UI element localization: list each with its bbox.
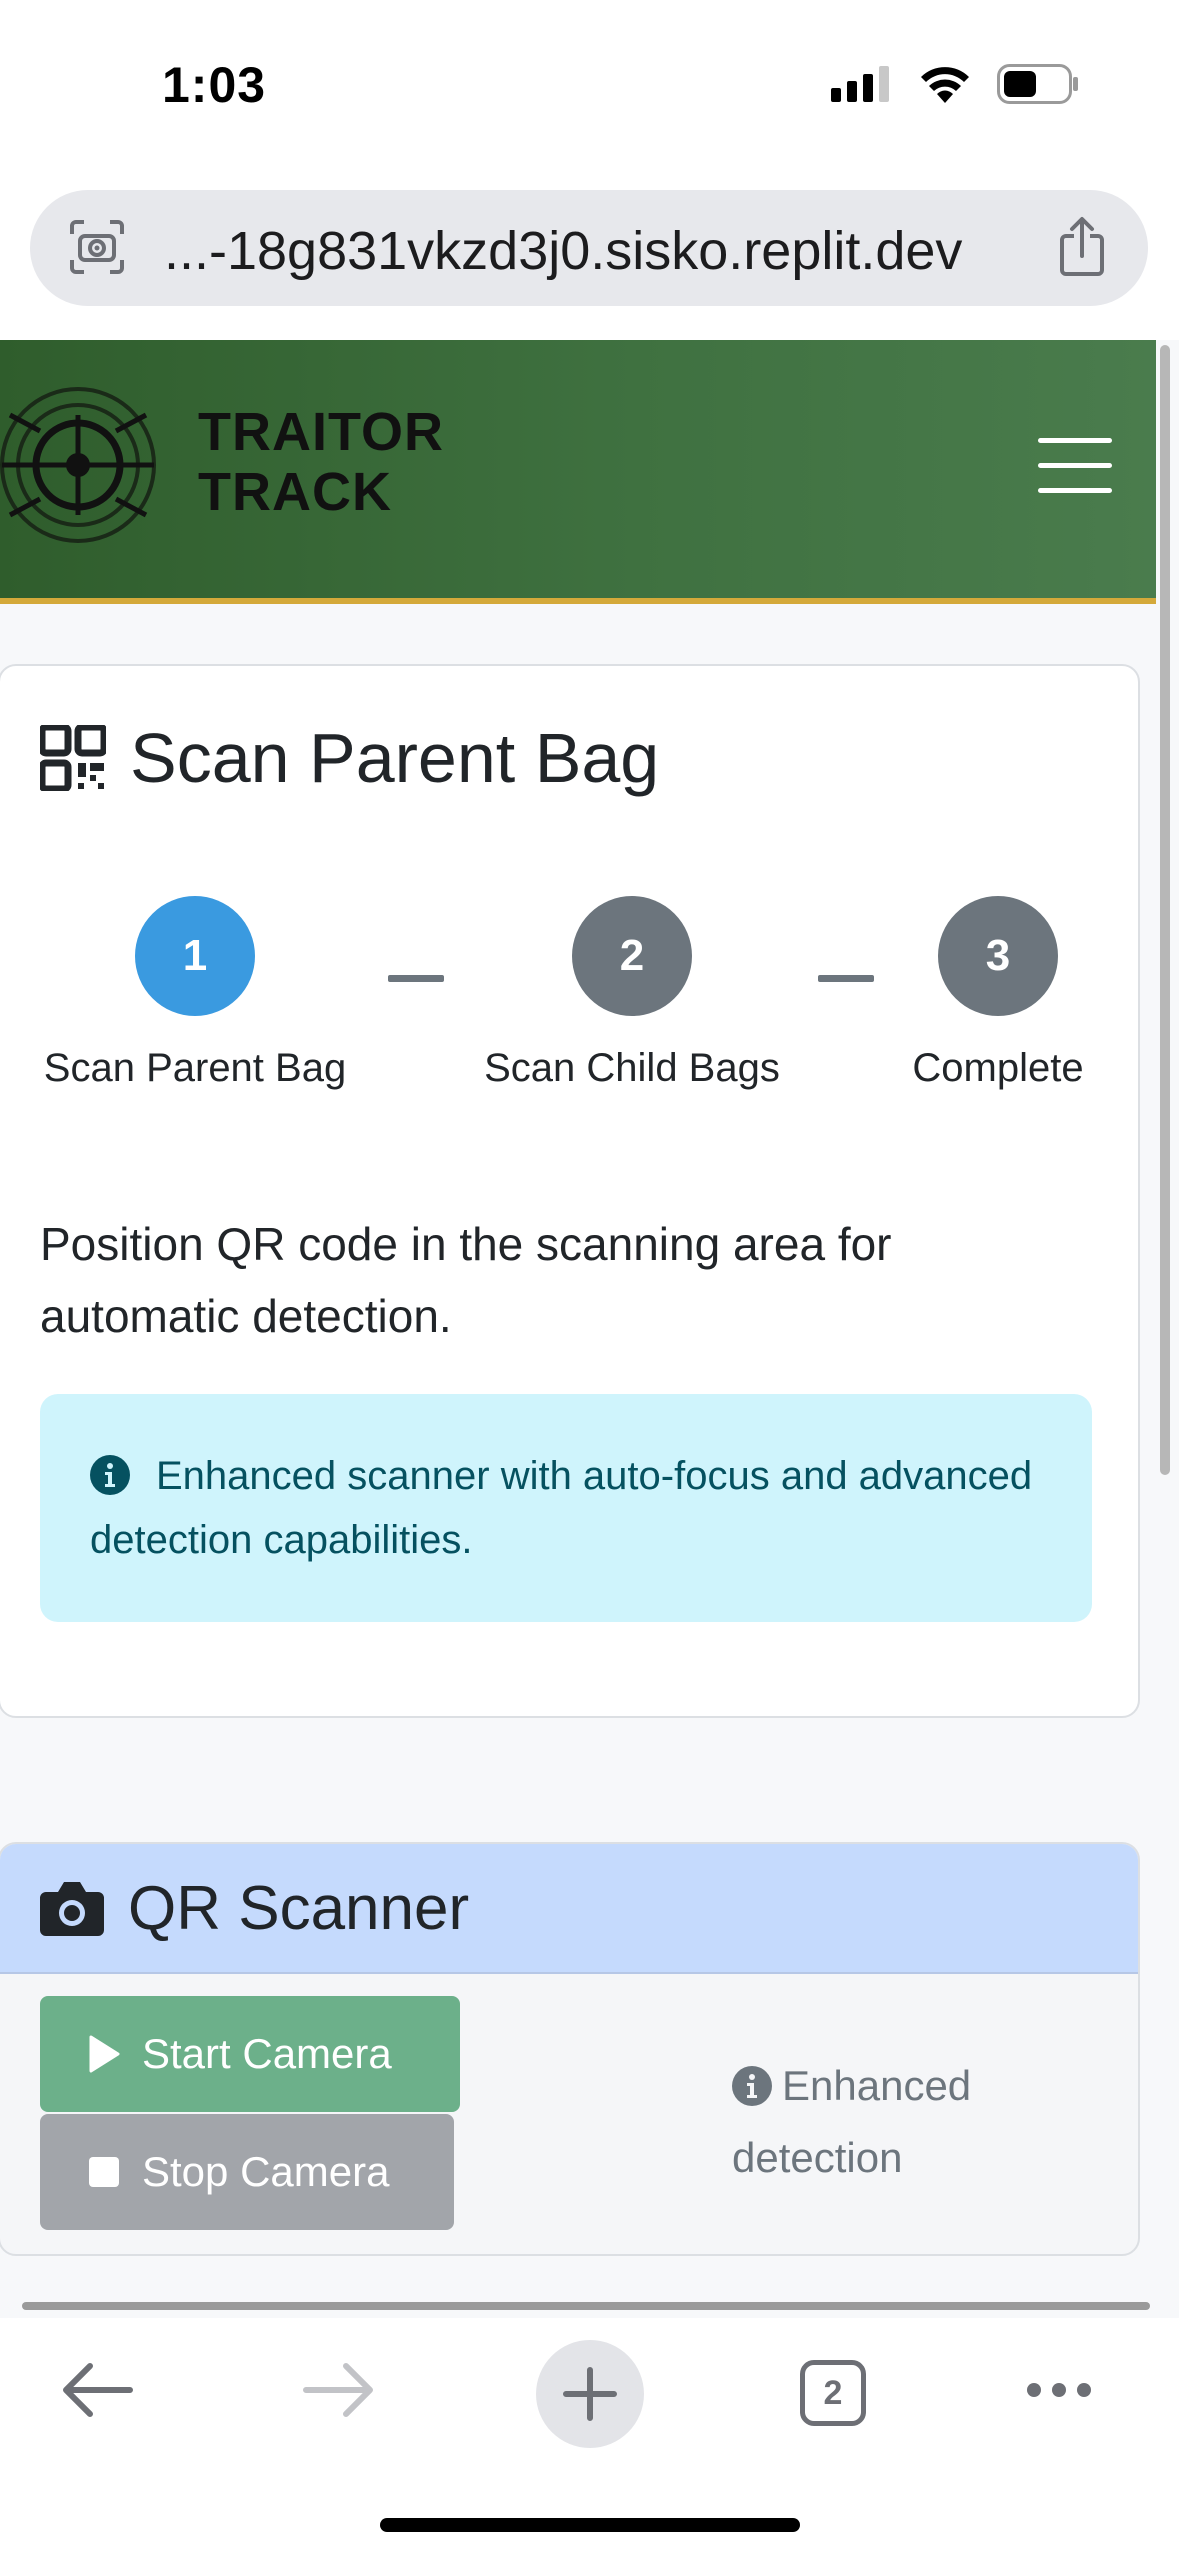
home-indicator [380, 2518, 800, 2532]
qr-scanner-title-row: QR Scanner [40, 1873, 469, 1944]
hamburger-menu-icon[interactable] [1038, 438, 1112, 494]
status-bar: 1:03 [0, 0, 1179, 170]
app-header: TRAITOR TRACK [0, 340, 1156, 604]
page-scrollbar[interactable] [1160, 345, 1170, 1475]
start-camera-button[interactable]: Start Camera [40, 1996, 460, 2112]
brand-line-2: TRACK [198, 462, 392, 522]
progress-steps: 1 Scan Parent Bag 2 Scan Child Bags 3 Co… [0, 896, 1142, 1096]
step-1: 1 Scan Parent Bag [40, 896, 350, 1091]
card-header: Scan Parent Bag [40, 718, 659, 798]
more-icon[interactable] [1024, 2380, 1094, 2400]
brand-line-1: TRAITOR [198, 402, 444, 462]
step-2-label: Scan Child Bags [484, 1046, 780, 1090]
url-text[interactable]: ...-18g831vkzd3j0.sisko.replit.dev [164, 220, 962, 282]
browser-address-area: ...-18g831vkzd3j0.sisko.replit.dev [0, 170, 1179, 340]
qr-scanner-header: QR Scanner [0, 1844, 1138, 1974]
step-1-badge: 1 [135, 896, 255, 1016]
info-alert-text: Enhanced scanner with auto-focus and adv… [90, 1454, 1033, 1562]
step-1-label: Scan Parent Bag [43, 1046, 347, 1090]
qr-scanner-card: QR Scanner Start Camera Stop Camera Enha… [0, 1842, 1140, 2256]
scan-parent-card: Scan Parent Bag 1 Scan Parent Bag 2 Scan… [0, 664, 1140, 1718]
cellular-signal-icon [831, 66, 889, 102]
share-icon[interactable] [1054, 216, 1110, 278]
step-separator [818, 975, 874, 982]
stop-camera-button[interactable]: Stop Camera [40, 2114, 454, 2230]
target-logo-icon[interactable] [0, 385, 160, 545]
stop-icon [89, 2157, 119, 2187]
step-3-badge: 3 [938, 896, 1058, 1016]
browser-toolbar: 2 [0, 2318, 1179, 2556]
qrcode-icon [40, 725, 106, 791]
play-icon [89, 2035, 120, 2073]
battery-icon [997, 64, 1078, 104]
info-circle-icon [732, 2066, 772, 2106]
wifi-icon [921, 67, 969, 103]
start-camera-label: Start Camera [142, 2030, 392, 2077]
plus-icon [563, 2367, 617, 2421]
step-2-badge: 2 [572, 896, 692, 1016]
new-tab-button[interactable] [536, 2340, 644, 2448]
enhanced-detection-note: Enhanced detection [732, 2050, 1032, 2194]
camera-search-icon[interactable] [68, 218, 126, 276]
toolbar-divider [22, 2302, 1150, 2310]
stop-camera-label: Stop Camera [142, 2148, 390, 2195]
brand-name[interactable]: TRAITOR TRACK [198, 402, 444, 522]
back-arrow-icon[interactable] [58, 2358, 134, 2422]
step-2: 2 Scan Child Bags [472, 896, 792, 1091]
tabs-icon[interactable]: 2 [800, 2360, 866, 2426]
info-alert: Enhanced scanner with auto-focus and adv… [40, 1394, 1092, 1622]
status-time: 1:03 [162, 57, 267, 113]
scan-instruction: Position QR code in the scanning area fo… [40, 1218, 892, 1342]
info-circle-icon [90, 1455, 130, 1495]
status-icons [831, 64, 1079, 104]
step-3: 3 Complete [898, 896, 1098, 1091]
qr-scanner-title: QR Scanner [128, 1873, 470, 1943]
step-separator [388, 975, 444, 982]
page-title: Scan Parent Bag [130, 719, 660, 797]
step-3-label: Complete [912, 1046, 1084, 1090]
address-bar[interactable]: ...-18g831vkzd3j0.sisko.replit.dev [30, 190, 1148, 306]
forward-arrow-icon[interactable] [302, 2358, 378, 2422]
camera-icon [40, 1882, 104, 1936]
